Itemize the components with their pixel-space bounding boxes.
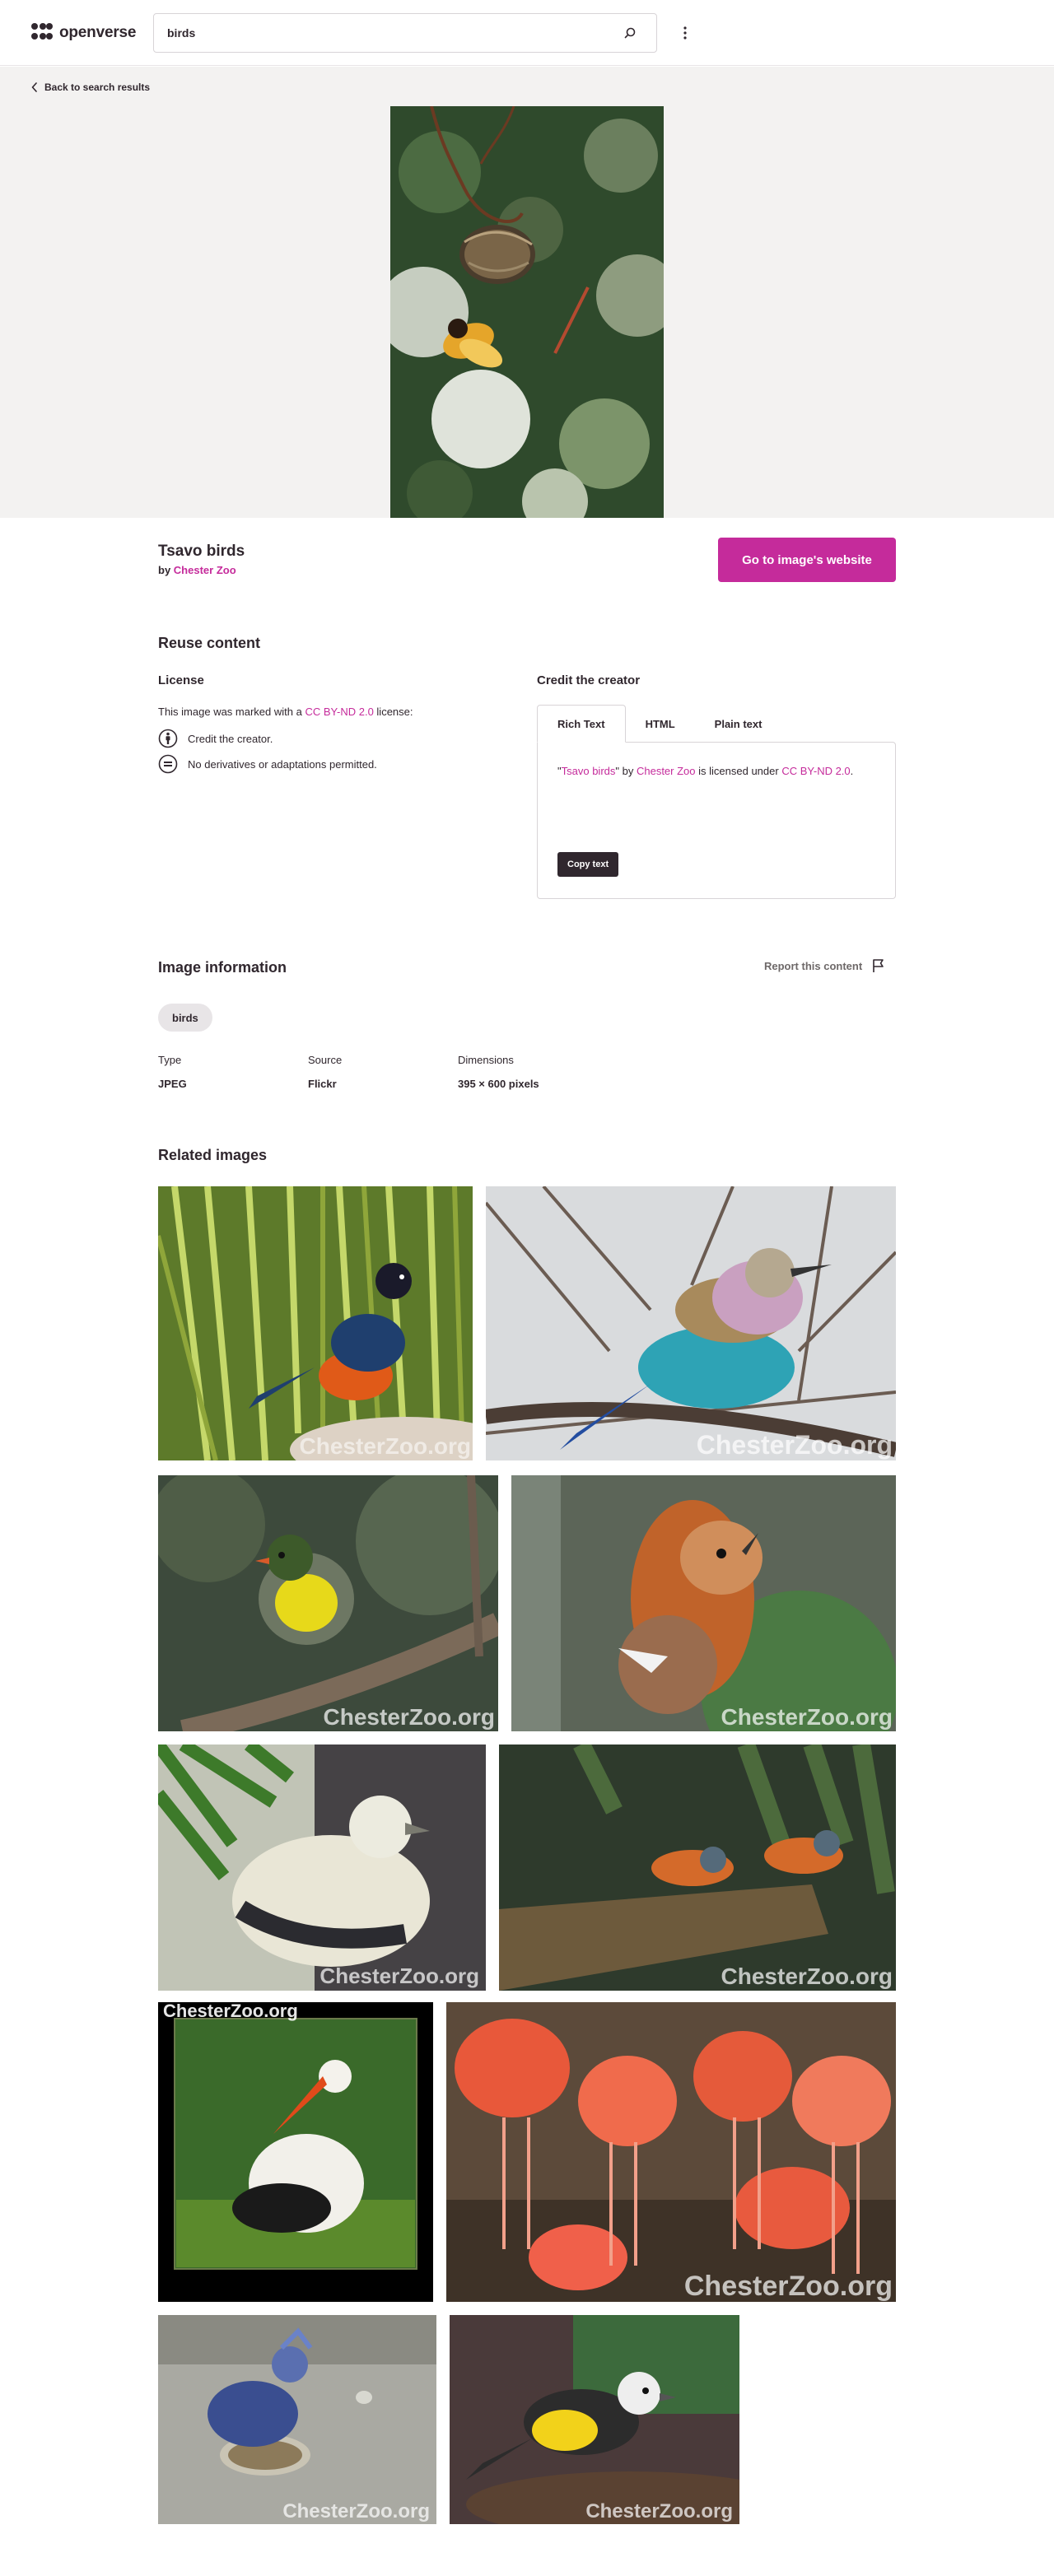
license-condition-by: Credit the creator. bbox=[158, 729, 273, 748]
more-vertical-icon bbox=[683, 26, 687, 40]
attr-title-link[interactable]: Tsavo birds bbox=[562, 765, 616, 777]
credit-heading: Credit the creator bbox=[537, 673, 641, 687]
attr-middle: is licensed under bbox=[698, 765, 779, 777]
search-input[interactable] bbox=[167, 26, 617, 40]
reuse-heading: Reuse content bbox=[158, 635, 261, 651]
watermark: ChesterZoo.org bbox=[282, 2500, 430, 2522]
related-image[interactable]: ChesterZoo.org bbox=[486, 1186, 896, 1460]
related-image[interactable]: ChesterZoo.org bbox=[158, 1745, 486, 1991]
license-intro: This image was marked with a bbox=[158, 706, 302, 718]
watermark: ChesterZoo.org bbox=[721, 1963, 893, 1989]
condition-nd-text: No derivatives or adaptations permitted. bbox=[188, 757, 377, 771]
tab-list: Rich Text HTML Plain text bbox=[537, 705, 781, 743]
condition-by-text: Credit the creator. bbox=[188, 732, 273, 745]
attr-creator-link[interactable]: Chester Zoo bbox=[637, 765, 696, 777]
watermark: ChesterZoo.org bbox=[163, 2002, 298, 2021]
cc-by-icon bbox=[158, 729, 178, 748]
tab-html[interactable]: HTML bbox=[626, 705, 695, 743]
by-prefix: by bbox=[158, 564, 171, 576]
related-image[interactable]: ChesterZoo.org bbox=[158, 1475, 498, 1731]
source-label: Source bbox=[308, 1054, 343, 1066]
copy-text-button[interactable]: Copy text bbox=[557, 852, 619, 877]
dimensions-value: 395 × 600 pixels bbox=[458, 1078, 539, 1090]
search-bar bbox=[153, 13, 657, 53]
more-menu-button[interactable] bbox=[672, 20, 698, 46]
back-to-results-link[interactable]: Back to search results bbox=[31, 82, 150, 93]
attr-quote-close: " by bbox=[615, 765, 634, 777]
image-title-block: Tsavo birds by Chester Zoo bbox=[158, 543, 245, 576]
creator-link[interactable]: Chester Zoo bbox=[174, 564, 236, 576]
watermark: ChesterZoo.org bbox=[684, 2271, 893, 2302]
chevron-left-icon bbox=[31, 82, 37, 92]
logo-text: openverse bbox=[59, 24, 137, 41]
watermark: ChesterZoo.org bbox=[585, 2500, 733, 2522]
attribution-text: "Tsavo birds" by Chester Zoo is licensed… bbox=[557, 762, 870, 780]
related-image[interactable]: ChesterZoo.org bbox=[158, 2315, 436, 2524]
info-heading: Image information bbox=[158, 959, 287, 976]
image-title: Tsavo birds bbox=[158, 543, 245, 560]
type-label: Type bbox=[158, 1054, 182, 1066]
license-heading: License bbox=[158, 673, 204, 687]
report-content-button[interactable]: Report this content bbox=[764, 958, 885, 973]
related-image[interactable]: ChesterZoo.org bbox=[158, 2002, 433, 2302]
cc-nd-icon bbox=[158, 754, 178, 774]
related-heading: Related images bbox=[158, 1147, 268, 1163]
license-description: This image was marked with a CC BY-ND 2.… bbox=[158, 706, 413, 718]
license-link[interactable]: CC BY-ND 2.0 bbox=[305, 706, 373, 718]
dimensions-label: Dimensions bbox=[458, 1054, 514, 1066]
watermark: ChesterZoo.org bbox=[324, 1704, 495, 1730]
report-label: Report this content bbox=[764, 959, 863, 972]
watermark: ChesterZoo.org bbox=[319, 1963, 479, 1988]
logo-mark-icon bbox=[31, 23, 53, 43]
openverse-logo[interactable]: openverse bbox=[31, 21, 136, 44]
attribution-panel: "Tsavo birds" by Chester Zoo is licensed… bbox=[537, 742, 896, 899]
license-condition-nd: No derivatives or adaptations permitted. bbox=[158, 754, 377, 774]
related-image[interactable]: ChesterZoo.org bbox=[511, 1475, 896, 1731]
go-to-website-button[interactable]: Go to image's website bbox=[718, 538, 896, 582]
image-creator-line: by Chester Zoo bbox=[158, 564, 245, 576]
tab-plain-text[interactable]: Plain text bbox=[695, 705, 782, 743]
related-image[interactable]: ChesterZoo.org bbox=[499, 1745, 896, 1991]
site-header: openverse bbox=[0, 0, 1054, 66]
attribution-tabs: Rich Text HTML Plain text "Tsavo birds" … bbox=[537, 705, 896, 899]
type-value: JPEG bbox=[158, 1078, 187, 1090]
source-link[interactable]: Flickr bbox=[308, 1078, 337, 1090]
flag-icon bbox=[873, 959, 884, 972]
image-hero: Back to search results bbox=[0, 67, 1054, 518]
search-button[interactable] bbox=[617, 20, 643, 46]
watermark: ChesterZoo.org bbox=[300, 1433, 471, 1459]
tab-rich-text[interactable]: Rich Text bbox=[537, 705, 626, 743]
related-image[interactable]: ChesterZoo.org bbox=[158, 1186, 473, 1460]
attr-end: . bbox=[850, 765, 854, 777]
back-label: Back to search results bbox=[44, 82, 151, 93]
related-image[interactable]: ChesterZoo.org bbox=[450, 2315, 739, 2524]
search-icon bbox=[624, 27, 636, 39]
attr-license-link[interactable]: CC BY-ND 2.0 bbox=[781, 765, 850, 777]
main-image bbox=[390, 106, 664, 518]
related-image[interactable]: ChesterZoo.org bbox=[446, 2002, 896, 2302]
license-suffix: license: bbox=[376, 706, 413, 718]
watermark: ChesterZoo.org bbox=[697, 1430, 893, 1460]
watermark: ChesterZoo.org bbox=[721, 1704, 893, 1730]
tag-chip[interactable]: birds bbox=[158, 1004, 212, 1032]
